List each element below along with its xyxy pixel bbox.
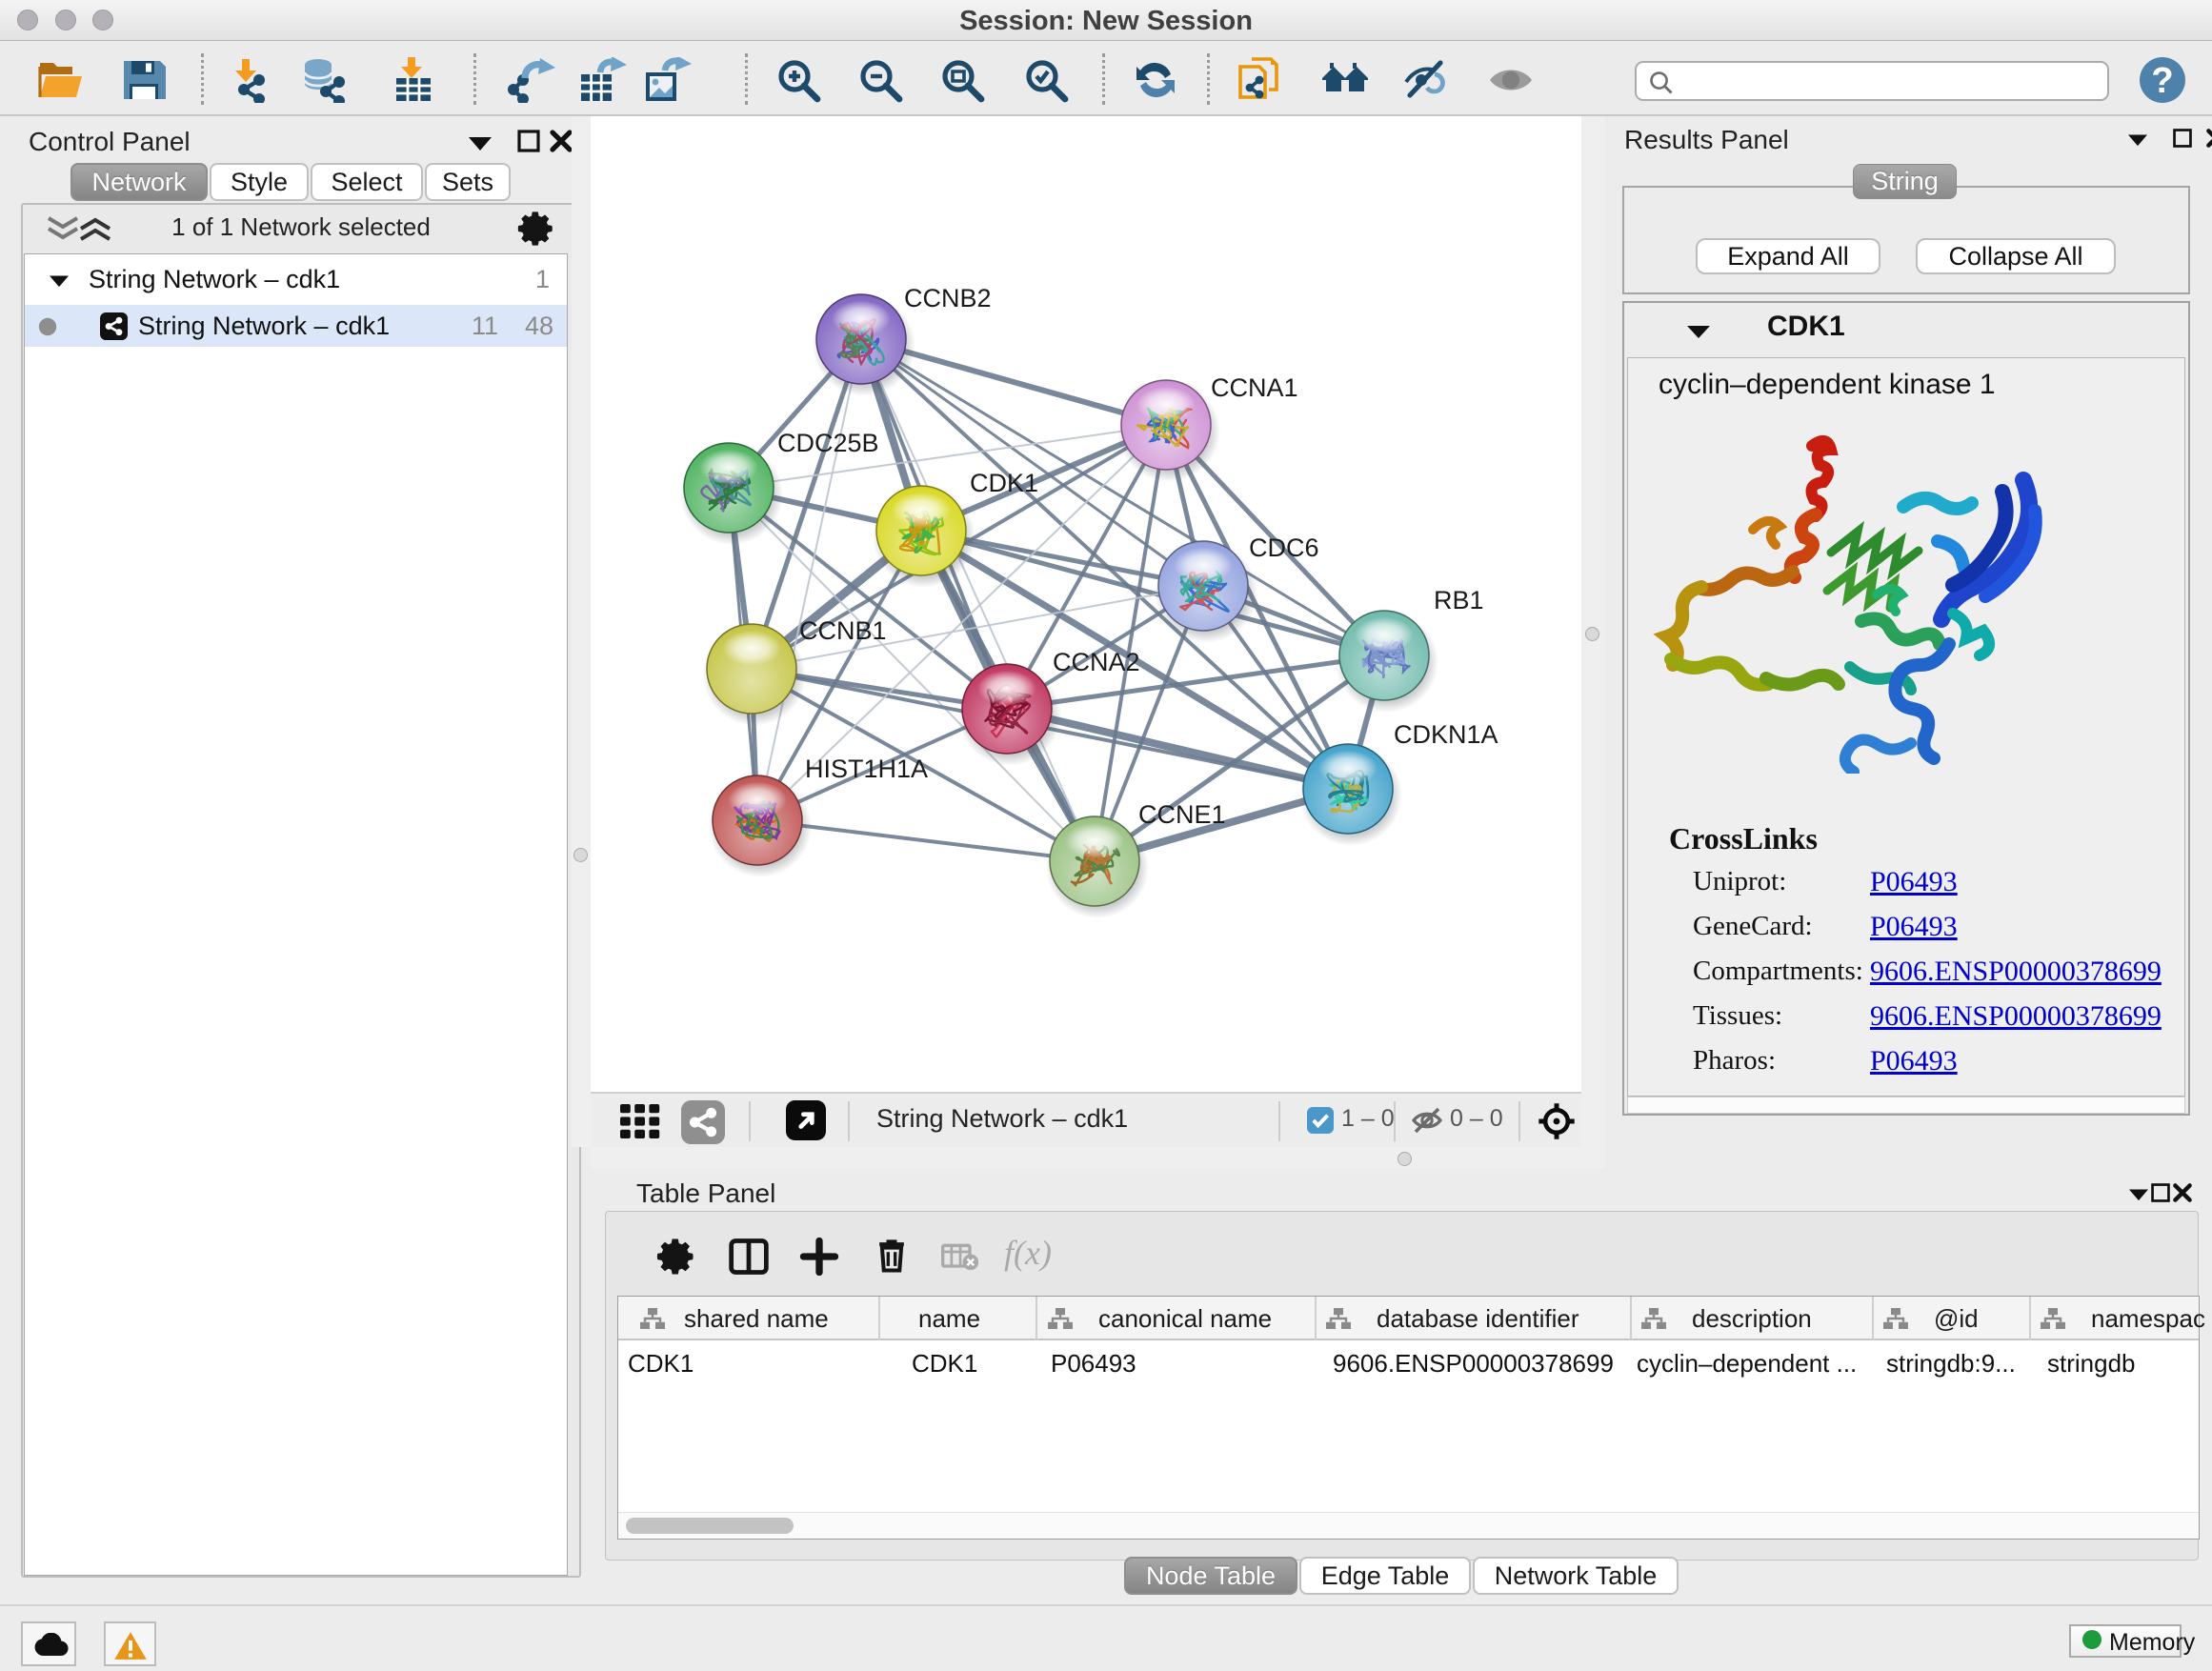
svg-text:CCNA1: CCNA1 — [1211, 373, 1298, 402]
svg-text:CDC6: CDC6 — [1249, 534, 1319, 562]
svg-text:?: ? — [2151, 61, 2173, 101]
svg-text:CCNB2: CCNB2 — [904, 284, 992, 312]
svg-text:CCNE1: CCNE1 — [1138, 800, 1226, 829]
svg-text:CCNB1: CCNB1 — [799, 616, 887, 645]
svg-text:CDKN1A: CDKN1A — [1394, 720, 1498, 749]
svg-text:HIST1H1A: HIST1H1A — [805, 755, 928, 783]
svg-text:RB1: RB1 — [1434, 586, 1484, 614]
svg-text:CCNA2: CCNA2 — [1053, 648, 1140, 676]
svg-text:CDC25B: CDC25B — [777, 429, 879, 457]
svg-text:CDK1: CDK1 — [970, 469, 1038, 497]
